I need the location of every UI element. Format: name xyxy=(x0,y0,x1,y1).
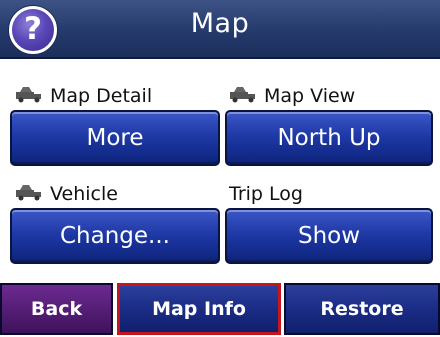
trip-log-label: Trip Log xyxy=(229,183,303,205)
page-title: Map xyxy=(190,8,250,39)
vehicle-icon xyxy=(14,84,44,110)
map-detail-text: Map Detail xyxy=(50,85,153,107)
vehicle-icon xyxy=(14,182,44,208)
vehicle-icon xyxy=(228,84,258,110)
vehicle-text: Vehicle xyxy=(50,183,118,205)
map-settings-screen: ? Map Map Detail Map View More North Up … xyxy=(0,0,440,337)
map-view-label: Map View xyxy=(228,83,355,109)
back-button[interactable]: Back xyxy=(0,283,113,335)
map-view-text: Map View xyxy=(264,85,356,107)
vehicle-label: Vehicle xyxy=(14,181,118,207)
header-bar: ? Map xyxy=(0,0,440,59)
restore-button[interactable]: Restore xyxy=(284,283,440,335)
bottom-nav: Back Map Info Restore xyxy=(0,280,440,337)
map-detail-more-button[interactable]: More xyxy=(10,110,220,166)
map-view-north-up-button[interactable]: North Up xyxy=(225,110,433,166)
map-info-button[interactable]: Map Info xyxy=(117,283,281,335)
trip-log-show-button[interactable]: Show xyxy=(225,208,433,264)
vehicle-change-button[interactable]: Change... xyxy=(10,208,220,264)
map-detail-label: Map Detail xyxy=(14,83,152,109)
